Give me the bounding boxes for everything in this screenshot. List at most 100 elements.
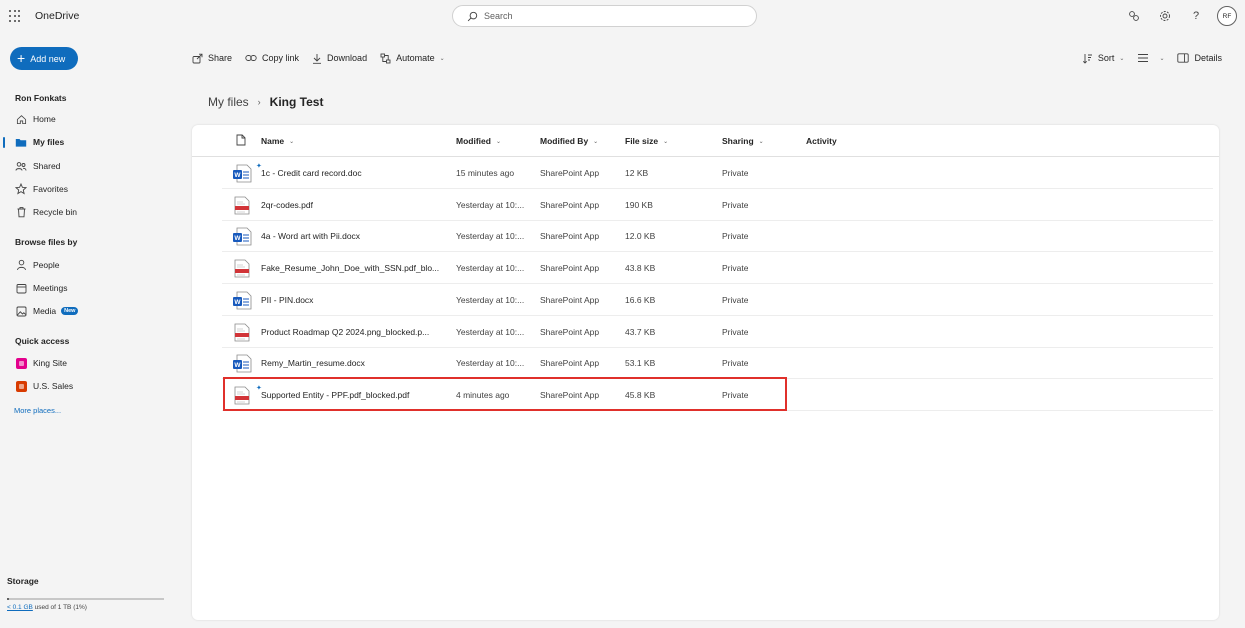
- column-header-modified[interactable]: Modified ⌄: [456, 136, 501, 146]
- sidebar-item-my-files[interactable]: My files: [15, 135, 64, 149]
- sidebar-item-home[interactable]: Home: [15, 112, 56, 126]
- file-modified-by: SharePoint App: [540, 199, 600, 210]
- file-name[interactable]: Remy_Martin_resume.docx: [261, 358, 441, 368]
- column-header-file-size[interactable]: File size ⌄: [625, 136, 668, 146]
- sidebar-item-people[interactable]: People: [15, 258, 59, 272]
- column-header-activity[interactable]: Activity: [806, 136, 837, 146]
- file-modified: Yesterday at 10:...: [456, 358, 525, 369]
- copy-link-button[interactable]: Copy link: [245, 53, 299, 63]
- column-header-label: Modified: [456, 136, 491, 146]
- person-icon: [15, 259, 27, 271]
- column-header-label: Name: [261, 136, 285, 146]
- file-name[interactable]: 2qr-codes.pdf: [261, 200, 441, 210]
- storage-usage-link[interactable]: < 0.1 GB: [7, 604, 33, 611]
- file-name[interactable]: 4a - Word art with Pii.docx: [261, 231, 441, 241]
- view-options-button[interactable]: ⌄: [1137, 53, 1164, 63]
- file-name[interactable]: 1c - Credit card record.doc: [261, 168, 441, 178]
- details-label: Details: [1194, 53, 1222, 63]
- copy-link-label: Copy link: [262, 53, 300, 63]
- help-icon[interactable]: ?: [1186, 6, 1206, 26]
- user-avatar[interactable]: RF: [1217, 6, 1237, 26]
- svg-text:W: W: [234, 362, 241, 369]
- details-button[interactable]: Details: [1177, 53, 1222, 63]
- share-link-icon[interactable]: [1124, 6, 1144, 26]
- file-name[interactable]: Product Roadmap Q2 2024.png_blocked.p...: [261, 327, 441, 337]
- sort-button[interactable]: Sort ⌄: [1082, 53, 1124, 64]
- column-header-sharing[interactable]: Sharing ⌄: [722, 136, 764, 146]
- details-pane-icon: [1177, 53, 1190, 63]
- file-modified-by: SharePoint App: [540, 263, 600, 274]
- breadcrumb-my-files[interactable]: My files: [208, 95, 249, 109]
- quick-access-king-site[interactable]: King Site: [15, 356, 67, 370]
- settings-gear-icon[interactable]: [1155, 6, 1175, 26]
- file-modified: Yesterday at 10:...: [456, 294, 525, 305]
- sidebar-item-label: My files: [33, 137, 65, 147]
- app-launcher-icon[interactable]: [9, 10, 21, 22]
- user-name-heading: Ron Fonkats: [15, 93, 67, 103]
- table-row[interactable]: Fake_Resume_John_Doe_with_SSN.pdf_blo...…: [222, 252, 1213, 285]
- download-button[interactable]: Download: [312, 53, 367, 64]
- sort-icon: [1082, 53, 1093, 64]
- file-modified: Yesterday at 10:...: [456, 326, 525, 337]
- quick-access-us-sales[interactable]: U.S. Sales: [15, 379, 73, 393]
- file-name[interactable]: Fake_Resume_John_Doe_with_SSN.pdf_blo...: [261, 263, 441, 273]
- file-sharing: Private: [722, 168, 749, 178]
- file-sharing: Private: [722, 326, 749, 337]
- search-icon: [467, 11, 478, 21]
- table-row[interactable]: W PII - PIN.docx Yesterday at 10:... ShareP…: [222, 284, 1213, 316]
- calendar-icon: [15, 282, 27, 294]
- column-header-name[interactable]: Name ⌄: [261, 136, 294, 146]
- word-file-icon: W: [232, 354, 252, 373]
- file-modified: Yesterday at 10:...: [456, 199, 525, 210]
- chevron-down-icon: ⌄: [495, 138, 501, 145]
- more-places-link[interactable]: More places...: [14, 406, 61, 415]
- column-header-label: Modified By: [540, 136, 589, 146]
- table-row[interactable]: W 4a - Word art with Pii.docx Yesterday at…: [222, 220, 1213, 253]
- download-label: Download: [327, 53, 368, 63]
- share-icon: [192, 53, 203, 64]
- file-size: 43.7 KB: [625, 326, 656, 337]
- browse-files-heading: Browse files by: [15, 237, 78, 247]
- sidebar-item-media[interactable]: Media New: [15, 304, 79, 318]
- table-row[interactable]: Product Roadmap Q2 2024.png_blocked.p...…: [222, 316, 1213, 348]
- search-input[interactable]: Search: [452, 5, 757, 27]
- chevron-down-icon: ⌄: [1159, 55, 1165, 62]
- add-new-button[interactable]: + Add new: [10, 47, 78, 70]
- storage-usage-detail: used of 1 TB (1%): [32, 604, 87, 611]
- sidebar-item-label: Shared: [33, 161, 61, 171]
- table-row[interactable]: 2qr-codes.pdf Yesterday at 10:... SharePoi…: [222, 189, 1213, 221]
- share-button[interactable]: Share: [192, 53, 232, 64]
- folder-icon: [15, 136, 27, 148]
- breadcrumb: My files › King Test: [208, 95, 323, 109]
- chevron-down-icon: ⌄: [289, 138, 295, 145]
- table-row[interactable]: W Remy_Martin_resume.docx Yesterday at 10:…: [222, 347, 1213, 380]
- quick-access-heading: Quick access: [15, 336, 70, 346]
- sidebar-item-shared[interactable]: Shared: [15, 159, 60, 173]
- sidebar-item-favorites[interactable]: Favorites: [15, 182, 68, 196]
- svg-text:W: W: [234, 235, 241, 242]
- table-row[interactable]: W ✦ 1c - Credit card record.doc 15 minutes …: [222, 157, 1213, 189]
- automate-button[interactable]: Automate ⌄: [380, 53, 445, 64]
- app-title[interactable]: OneDrive: [35, 10, 79, 22]
- column-header-modified-by[interactable]: Modified By ⌄: [540, 136, 598, 146]
- file-sharing: Private: [722, 263, 749, 274]
- new-badge: New: [61, 307, 79, 315]
- file-sharing: Private: [722, 199, 749, 210]
- link-icon: [245, 54, 257, 62]
- sidebar-item-meetings[interactable]: Meetings: [15, 281, 68, 295]
- file-modified: Yesterday at 10:...: [456, 231, 525, 242]
- sidebar-item-recycle-bin[interactable]: Recycle bin: [15, 205, 77, 219]
- chevron-down-icon: ⌄: [439, 55, 445, 62]
- image-icon: [15, 305, 27, 317]
- file-type-column-icon[interactable]: [236, 134, 246, 148]
- column-header-label: Sharing: [722, 136, 754, 146]
- chevron-down-icon: ⌄: [593, 138, 599, 145]
- file-modified-by: SharePoint App: [540, 294, 600, 305]
- word-file-icon: W: [232, 164, 252, 183]
- file-size: 16.6 KB: [625, 294, 656, 305]
- chevron-down-icon: ⌄: [758, 138, 764, 145]
- file-sharing: Private: [722, 231, 749, 242]
- quick-access-label: King Site: [33, 358, 68, 368]
- file-name[interactable]: PII - PIN.docx: [261, 295, 441, 305]
- highlight-box: [223, 377, 787, 411]
